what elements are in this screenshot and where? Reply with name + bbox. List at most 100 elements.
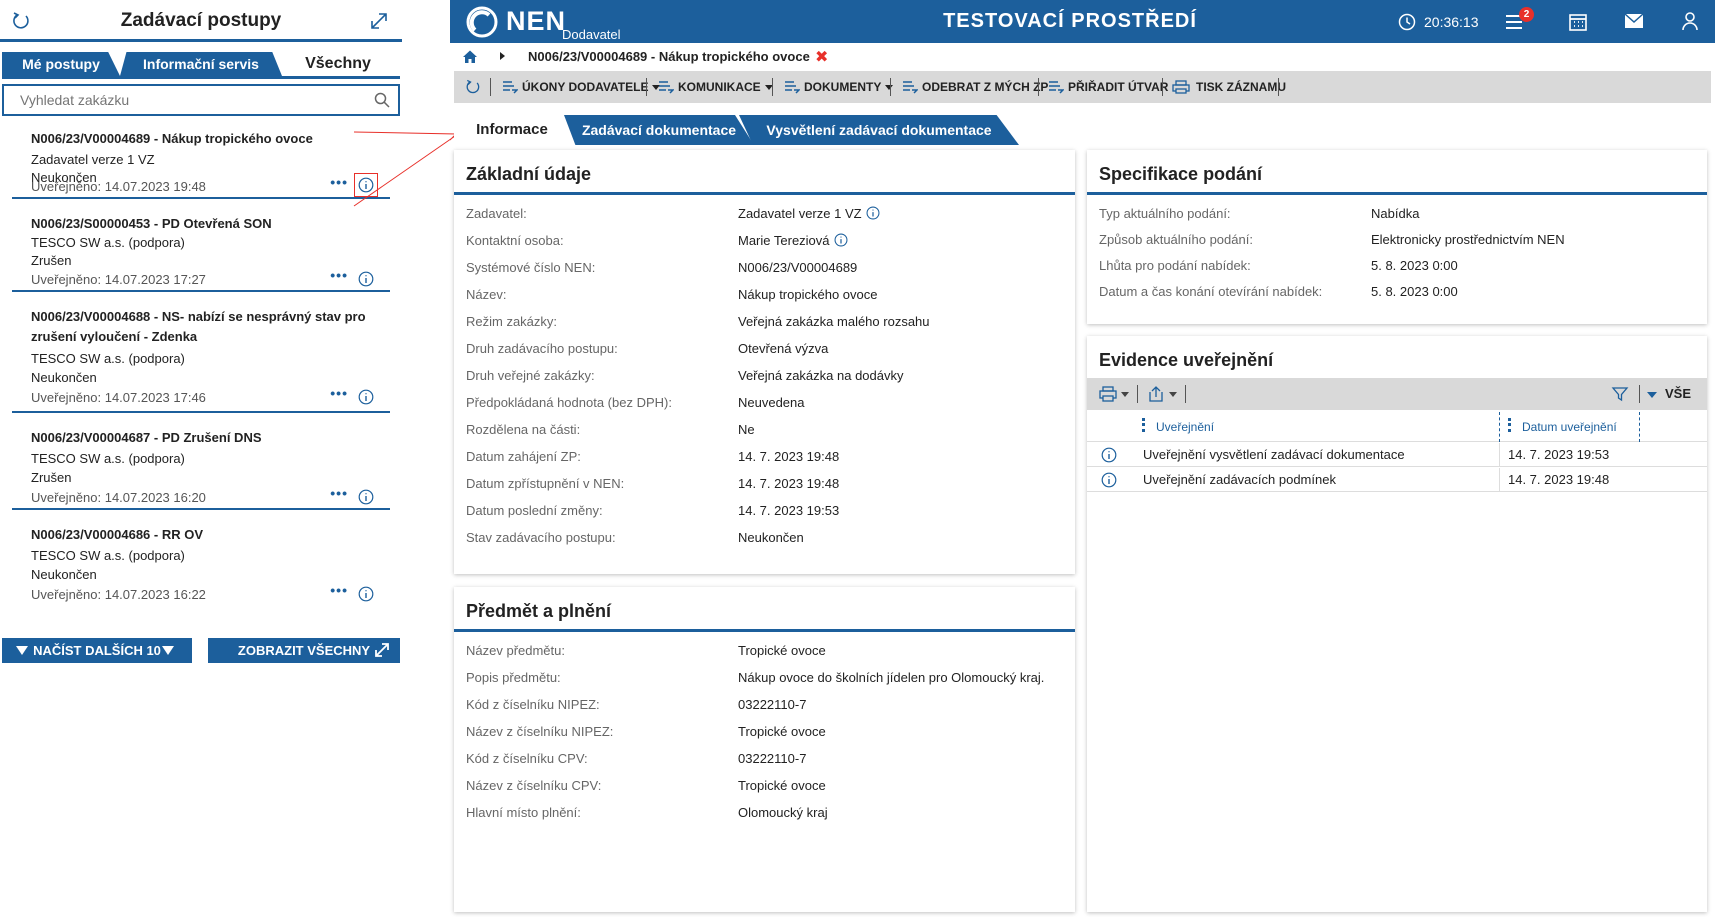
documents-label: DOKUMENTY	[804, 80, 882, 94]
print-icon[interactable]	[1099, 386, 1117, 402]
breadcrumb-current[interactable]: N006/23/V00004689 - Nákup tropického ovo…	[528, 49, 810, 64]
detail-value: Tropické ovoce	[738, 643, 826, 658]
more-icon[interactable]: •••	[330, 385, 348, 401]
column-header-publication[interactable]: Uveřejnění	[1156, 420, 1214, 434]
info-icon[interactable]	[358, 489, 374, 505]
load-more-button[interactable]: NAČÍST DALŠÍCH 10	[2, 638, 192, 663]
tab-information-service[interactable]: Informační servis	[120, 52, 282, 76]
export-icon[interactable]	[1147, 386, 1165, 402]
detail-label: Kód z číselníku NIPEZ:	[466, 697, 600, 712]
detail-label: Hlavní místo plnění:	[466, 805, 581, 820]
procedure-code: N006/23/V00004687 - PD Zrušení DNS	[31, 430, 262, 445]
list-item[interactable]: N006/23/V00004686 - RR OV TESCO SW a.s. …	[12, 513, 390, 631]
publication-records-toolbar: VŠE	[1087, 378, 1707, 410]
detail-value: Nákup ovoce do školních jídelen pro Olom…	[738, 670, 1045, 685]
list-item[interactable]: N006/23/S00000453 - PD Otevřená SON TESC…	[12, 202, 390, 292]
notification-badge: 2	[1519, 7, 1534, 22]
detail-label: Druh zadávacího postupu:	[466, 341, 618, 356]
refresh-icon[interactable]	[464, 78, 482, 96]
procedure-published: Uveřejněno: 14.07.2023 17:46	[31, 390, 206, 405]
detail-label: Datum a čas konání otevírání nabídek:	[1099, 284, 1323, 299]
info-icon[interactable]	[1101, 472, 1117, 488]
publication-name: Uveřejnění vysvětlení zadávací dokumenta…	[1143, 447, 1405, 462]
nen-logo-icon[interactable]	[466, 6, 498, 38]
detail-value: 14. 7. 2023 19:48	[738, 476, 840, 491]
user-icon[interactable]	[1680, 11, 1700, 31]
procedure-status: Zrušen	[31, 470, 72, 485]
procedure-contracting-authority: TESCO SW a.s. (podpora)	[31, 451, 185, 466]
table-row[interactable]: Uveřejnění vysvětlení zadávací dokumenta…	[1087, 443, 1707, 467]
list-item[interactable]: N006/23/V00004688 - NS- nabízí se nesprá…	[12, 295, 390, 413]
column-menu-icon[interactable]	[1142, 418, 1145, 432]
info-icon[interactable]	[866, 206, 880, 220]
chevron-down-icon[interactable]	[1647, 392, 1657, 398]
procedures-panel: Zadávací postupy Mé postupy Informační s…	[0, 0, 402, 917]
column-header-date[interactable]: Datum uveřejnění	[1522, 420, 1617, 434]
filter-all-label[interactable]: VŠE	[1665, 386, 1691, 401]
info-icon[interactable]	[358, 586, 374, 602]
info-icon[interactable]	[354, 173, 378, 197]
show-all-label: ZOBRAZIT VŠECHNY	[237, 643, 371, 658]
supplier-actions-label: ÚKONY DODAVATELE	[522, 80, 649, 94]
detail-value: Veřejná zakázka na dodávky	[738, 368, 904, 383]
more-icon[interactable]: •••	[330, 582, 348, 598]
more-icon[interactable]: •••	[330, 174, 348, 190]
detail-value: Olomoucký kraj	[738, 805, 828, 820]
tab-all[interactable]: Všechny	[282, 52, 394, 76]
breadcrumb: N006/23/V00004689 - Nákup tropického ovo…	[450, 46, 1715, 68]
more-icon[interactable]: •••	[330, 485, 348, 501]
print-icon	[1172, 80, 1190, 94]
procedure-status: Neukončen	[31, 370, 97, 385]
procedure-code: N006/23/V00004689 - Nákup tropického ovo…	[31, 131, 313, 146]
expand-icon[interactable]	[368, 10, 390, 32]
remove-from-my-procedures-label: ODEBRAT Z MÝCH ZP	[922, 80, 1049, 94]
home-icon[interactable]	[462, 49, 478, 65]
action-toolbar: ÚKONY DODAVATELE KOMUNIKACE DOKUMENTY OD…	[454, 71, 1711, 103]
environment-title: TESTOVACÍ PROSTŘEDÍ	[943, 10, 1197, 32]
session-time: 20:36:13	[1424, 14, 1479, 30]
list-item[interactable]: N006/23/V00004687 - PD Zrušení DNS TESCO…	[12, 416, 390, 510]
search-input[interactable]	[4, 86, 364, 114]
detail-value: Nabídka	[1371, 206, 1420, 221]
info-icon[interactable]	[1101, 447, 1117, 463]
info-icon[interactable]	[358, 389, 374, 405]
detail-label: Způsob aktuálního podání:	[1099, 232, 1253, 247]
detail-label: Předpokládaná hodnota (bez DPH):	[466, 395, 672, 410]
communication-label: KOMUNIKACE	[678, 80, 761, 94]
close-icon[interactable]: ✖	[815, 47, 828, 67]
panel-title: Základní údaje	[466, 164, 592, 184]
subject-panel: Předmět a plnění Název předmětu: Tropické…	[454, 587, 1075, 912]
procedure-contracting-authority: Zadavatel verze 1 VZ	[31, 152, 155, 167]
tab-information[interactable]: Informace	[454, 115, 570, 145]
action-icon	[659, 81, 674, 94]
filter-icon[interactable]	[1611, 386, 1629, 402]
detail-label: Název předmětu:	[466, 643, 565, 658]
info-icon[interactable]	[358, 271, 374, 287]
print-record-label: TISK ZÁZNAMU	[1196, 80, 1286, 94]
tab-tender-documentation[interactable]: Zadávací dokumentace	[564, 115, 754, 145]
search-icon[interactable]	[374, 92, 390, 108]
list-item[interactable]: N006/23/V00004689 - Nákup tropického ovo…	[12, 122, 390, 199]
show-all-button[interactable]: ZOBRAZIT VŠECHNY	[208, 638, 400, 663]
more-icon[interactable]: •••	[330, 267, 348, 283]
detail-value: 03222110-7	[738, 751, 807, 766]
procedures-panel-header: Zadávací postupy	[0, 0, 402, 42]
procedure-published: Uveřejněno: 14.07.2023 16:20	[31, 490, 206, 505]
chevron-down-icon[interactable]	[1121, 392, 1129, 397]
calendar-icon[interactable]	[1568, 12, 1588, 32]
detail-value: N006/23/V00004689	[738, 260, 858, 275]
info-icon[interactable]	[834, 233, 848, 247]
tab-my-procedures[interactable]: Mé postupy	[2, 52, 120, 76]
detail-value: Ne	[738, 422, 755, 437]
procedure-published: Uveřejněno: 14.07.2023 16:22	[31, 587, 206, 602]
procedure-contracting-authority: TESCO SW a.s. (podpora)	[31, 548, 185, 563]
search-box	[2, 84, 400, 116]
table-row[interactable]: Uveřejnění zadávacích podmínek 14. 7. 20…	[1087, 468, 1707, 492]
column-menu-icon[interactable]	[1508, 418, 1511, 432]
procedure-status: Zrušen	[31, 253, 72, 268]
tab-clarification-documentation[interactable]: Vysvětlení zadávací dokumentace	[739, 115, 1019, 145]
mail-icon[interactable]	[1624, 13, 1644, 29]
action-icon	[903, 81, 918, 94]
chevron-down-icon[interactable]	[1169, 392, 1177, 397]
expand-icon	[375, 643, 389, 657]
